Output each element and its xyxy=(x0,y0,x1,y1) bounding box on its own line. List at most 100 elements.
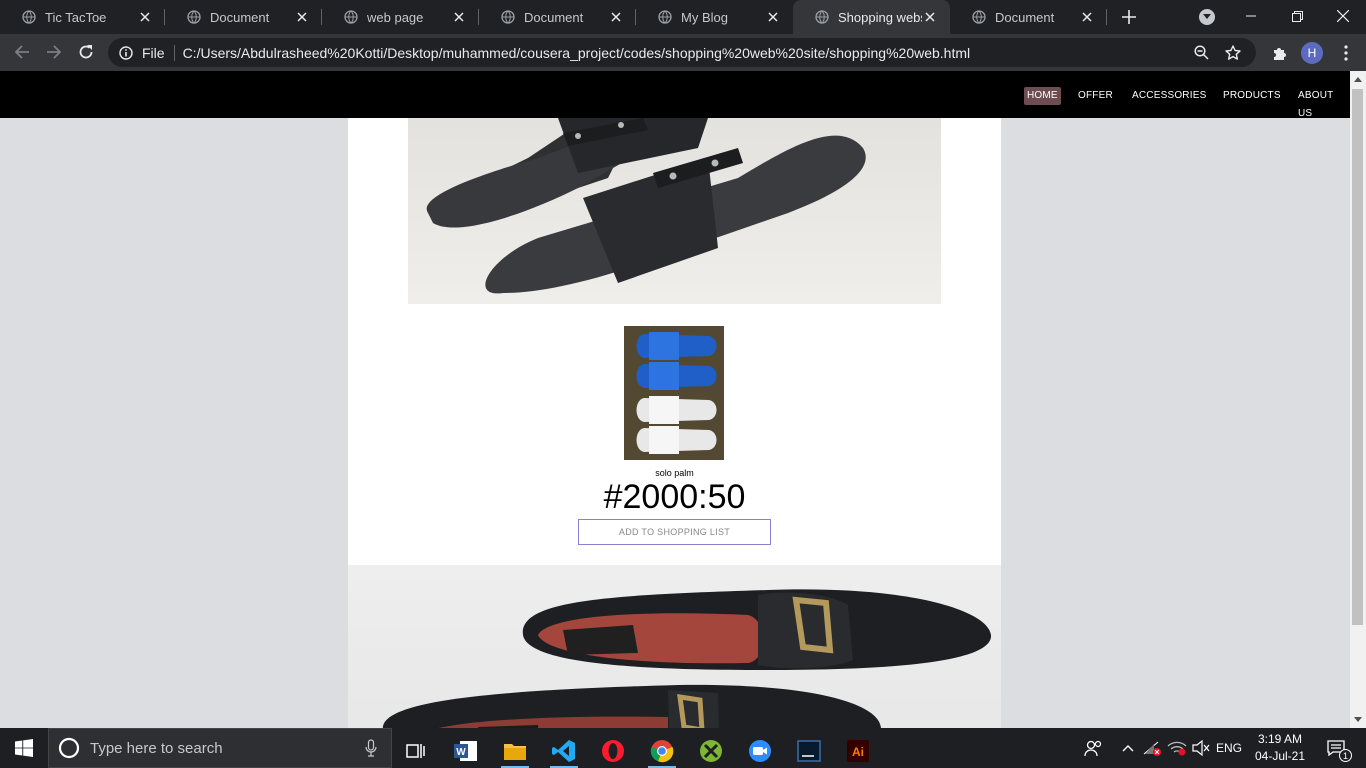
nav-products[interactable]: PRODUCTS xyxy=(1220,87,1284,105)
main-content: solo palm #2000:50 ADD TO SHOPPING LIST xyxy=(348,118,1001,728)
tab-title: Document xyxy=(995,9,1055,25)
plus-icon xyxy=(1122,10,1136,24)
taskbar-search-box[interactable]: Type here to search xyxy=(48,728,392,768)
system-clock[interactable]: 3:19 AM 04-Jul-21 xyxy=(1252,731,1308,765)
nav-offer[interactable]: OFFER xyxy=(1075,87,1116,105)
windows-logo-icon xyxy=(15,739,33,757)
tab-title: My Blog xyxy=(681,9,728,25)
page-scrollbar[interactable] xyxy=(1350,71,1366,728)
profile-avatar[interactable]: H xyxy=(1301,42,1323,64)
globe-icon xyxy=(658,10,672,24)
task-view-icon[interactable] xyxy=(395,733,435,768)
word-app-icon[interactable]: W xyxy=(446,733,486,768)
file-explorer-icon[interactable] xyxy=(495,733,535,768)
microphone-icon[interactable] xyxy=(365,739,377,757)
chrome-app-icon[interactable] xyxy=(642,733,682,768)
tab-5-active[interactable]: Shopping website xyxy=(793,0,950,34)
divider xyxy=(173,44,175,61)
nav-accessories[interactable]: ACCESSORIES xyxy=(1129,87,1209,105)
close-icon[interactable] xyxy=(765,9,781,25)
illustrator-app-icon[interactable]: Ai xyxy=(838,733,878,768)
globe-icon xyxy=(344,10,358,24)
close-window-button[interactable] xyxy=(1320,0,1366,32)
scroll-up-icon[interactable] xyxy=(1353,74,1363,84)
tab-search-button[interactable] xyxy=(1199,9,1215,25)
svg-text:W: W xyxy=(456,747,466,758)
wifi-off-icon[interactable] xyxy=(1142,728,1162,768)
zoom-icon[interactable] xyxy=(1192,44,1210,62)
close-icon[interactable] xyxy=(137,9,153,25)
reload-icon xyxy=(79,45,93,59)
globe-icon xyxy=(972,10,986,24)
clock-time: 3:19 AM xyxy=(1257,732,1303,746)
bookmark-star-icon[interactable] xyxy=(1224,44,1242,62)
new-tab-button[interactable] xyxy=(1118,6,1140,28)
close-icon[interactable] xyxy=(451,9,467,25)
chevron-up-icon[interactable] xyxy=(1118,728,1138,768)
tab-separator xyxy=(1106,9,1107,25)
globe-icon xyxy=(22,10,36,24)
terminal-app-icon[interactable] xyxy=(789,733,829,768)
site-navbar: HOME OFFER ACCESSORIES PRODUCTS ABOUT US xyxy=(0,71,1350,119)
language-indicator[interactable]: ENG xyxy=(1212,728,1246,768)
tab-0[interactable]: Tic TacToe xyxy=(0,0,165,34)
nav-about-us[interactable]: ABOUT US xyxy=(1295,87,1350,119)
vscode-app-icon[interactable] xyxy=(544,733,584,768)
tab-title: web page xyxy=(367,9,424,25)
tab-title: Document xyxy=(210,9,270,25)
browser-toolbar: File C:/Users/Abdulrasheed%20Kotti/Deskt… xyxy=(0,34,1366,71)
windows-taskbar: Type here to search W Ai ENG 3:19 AM 04-… xyxy=(0,728,1366,768)
network-icon[interactable] xyxy=(1166,728,1188,768)
close-icon[interactable] xyxy=(922,9,938,25)
globe-icon xyxy=(501,10,515,24)
sandals-photo xyxy=(408,118,941,304)
forward-button[interactable] xyxy=(42,40,66,64)
close-icon xyxy=(1337,10,1349,22)
tab-title: Tic TacToe xyxy=(45,9,107,25)
loafers-photo xyxy=(348,565,1001,728)
restore-icon xyxy=(1291,10,1303,22)
tab-4[interactable]: My Blog xyxy=(636,0,793,34)
back-button[interactable] xyxy=(10,40,34,64)
cortana-circle-icon xyxy=(58,737,80,759)
svg-text:Ai: Ai xyxy=(852,745,864,759)
url-text[interactable]: C:/Users/Abdulrasheed%20Kotti/Desktop/mu… xyxy=(183,45,1192,61)
tab-title: Document xyxy=(524,9,584,25)
arrow-left-icon xyxy=(14,45,29,59)
xampp-app-icon[interactable] xyxy=(691,733,731,768)
scroll-down-icon[interactable] xyxy=(1353,714,1363,724)
tab-3[interactable]: Document xyxy=(479,0,636,34)
globe-icon xyxy=(187,10,201,24)
info-icon[interactable] xyxy=(119,45,133,60)
add-to-shopping-list-button[interactable]: ADD TO SHOPPING LIST xyxy=(578,519,771,545)
close-icon[interactable] xyxy=(1079,9,1095,25)
product-price: #2000:50 xyxy=(603,478,746,516)
tab-title: Shopping website xyxy=(838,9,922,25)
nav-home[interactable]: HOME xyxy=(1024,87,1061,105)
tab-6[interactable]: Document xyxy=(950,0,1107,34)
people-icon[interactable] xyxy=(1082,728,1104,768)
start-button[interactable] xyxy=(0,728,48,768)
address-bar[interactable]: File C:/Users/Abdulrasheed%20Kotti/Deskt… xyxy=(108,38,1256,67)
tab-strip: Tic TacToe Document web page Document My… xyxy=(0,0,1366,34)
close-icon[interactable] xyxy=(608,9,624,25)
close-icon[interactable] xyxy=(294,9,310,25)
reload-button[interactable] xyxy=(74,40,98,64)
extensions-puzzle-icon[interactable] xyxy=(1270,43,1290,63)
restore-button[interactable] xyxy=(1274,0,1320,32)
minimize-icon xyxy=(1246,15,1256,17)
minimize-button[interactable] xyxy=(1228,0,1274,32)
volume-muted-icon[interactable] xyxy=(1190,728,1212,768)
action-center-button[interactable]: 1 xyxy=(1318,728,1354,768)
tab-1[interactable]: Document xyxy=(165,0,322,34)
more-menu-icon[interactable] xyxy=(1336,43,1356,63)
tab-2[interactable]: web page xyxy=(322,0,479,34)
zoom-app-icon[interactable] xyxy=(740,733,780,768)
product-name: solo palm xyxy=(655,468,694,478)
scrollbar-thumb[interactable] xyxy=(1352,89,1363,625)
globe-icon xyxy=(815,10,829,24)
notification-count-badge: 1 xyxy=(1339,749,1352,762)
opera-app-icon[interactable] xyxy=(593,733,633,768)
product-image-solo-palm[interactable] xyxy=(624,326,724,460)
arrow-right-icon xyxy=(47,45,62,59)
